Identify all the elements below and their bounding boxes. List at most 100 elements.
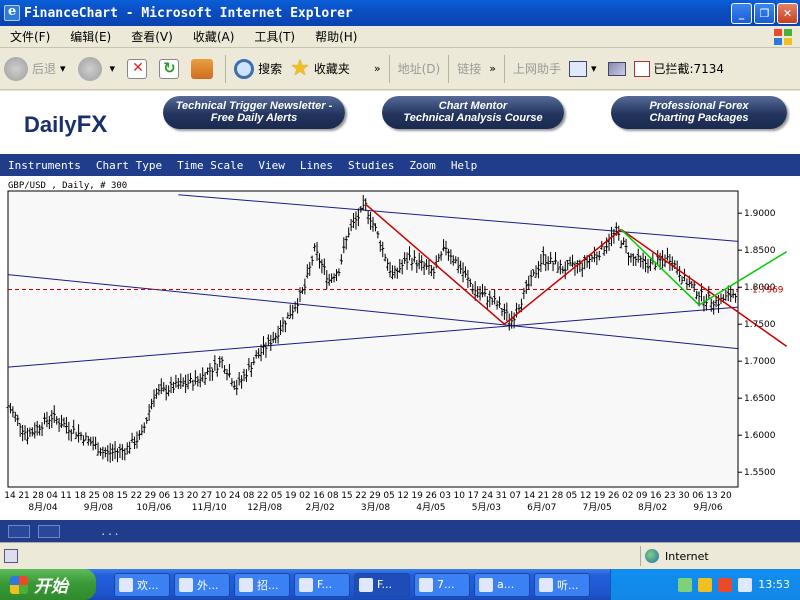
app-icon xyxy=(539,577,553,592)
toolbar-separator xyxy=(503,54,505,83)
stop-icon: ✕ xyxy=(127,58,148,79)
menu-file[interactable]: 文件(F) xyxy=(0,28,60,45)
start-button[interactable]: 开始 xyxy=(0,569,96,600)
popup-blocker[interactable]: 已拦截:7134 xyxy=(630,53,728,85)
chevron-down-icon[interactable]: ▾ xyxy=(60,62,66,75)
search-button[interactable]: 搜索 xyxy=(230,53,286,85)
chevron-down-icon[interactable]: ▾ xyxy=(591,62,597,75)
stop-button[interactable]: ✕ xyxy=(123,53,155,85)
task-button[interactable]: 欢... xyxy=(114,572,170,597)
charting-packages-banner-button[interactable]: Professional Forex Charting Packages xyxy=(611,96,787,129)
eraser-button[interactable] xyxy=(604,53,630,85)
favorites-button[interactable]: ★ 收藏夹 xyxy=(286,53,354,85)
task-button[interactable]: 外... xyxy=(174,572,230,597)
home-icon xyxy=(191,58,214,79)
crosshair-button[interactable] xyxy=(38,524,60,538)
logo-text-daily: Daily xyxy=(24,112,77,137)
x-day-label: 18 xyxy=(74,491,86,501)
nav-time-scale[interactable]: Time Scale xyxy=(169,159,250,172)
toolbar-separator xyxy=(388,54,390,83)
mail-button[interactable]: ▾ xyxy=(565,53,605,85)
nav-studies[interactable]: Studies xyxy=(340,159,401,172)
nav-instruments[interactable]: Instruments xyxy=(0,159,88,172)
task-button[interactable]: F... xyxy=(294,572,350,597)
refresh-icon: ↻ xyxy=(159,58,180,79)
nav-chart-type[interactable]: Chart Type xyxy=(88,159,169,172)
links-label[interactable]: 链接 xyxy=(453,53,485,85)
nav-help[interactable]: Help xyxy=(443,159,485,172)
network-icon[interactable] xyxy=(678,577,693,592)
toolbar-separator xyxy=(448,54,450,83)
x-month-label: 3月/08 xyxy=(361,502,390,513)
security-zone[interactable]: Internet xyxy=(640,546,790,566)
nav-zoom[interactable]: Zoom xyxy=(401,159,443,172)
toolbar-separator xyxy=(225,54,227,83)
update-icon[interactable] xyxy=(738,577,753,592)
task-button-active[interactable]: F... xyxy=(354,572,410,597)
x-month-label: 11月/10 xyxy=(192,502,227,513)
helper-label[interactable]: 上网助手 xyxy=(509,53,565,85)
x-day-label: 08 xyxy=(243,491,255,501)
menu-tools[interactable]: 工具(T) xyxy=(244,28,305,45)
task-button[interactable]: 7... xyxy=(414,572,470,597)
x-day-label: 08 xyxy=(103,491,115,501)
more-chevron-icon[interactable]: » xyxy=(489,62,496,75)
task-button[interactable]: 听... xyxy=(534,572,590,597)
refresh-button[interactable]: ↻ xyxy=(155,53,187,85)
favorites-label: 收藏夹 xyxy=(313,62,350,76)
x-day-label: 11 xyxy=(60,491,71,501)
more-chevron-icon[interactable]: » xyxy=(374,62,381,75)
x-day-label: 17 xyxy=(468,491,479,501)
app-icon xyxy=(299,577,313,592)
chevron-down-icon[interactable]: ▾ xyxy=(110,62,116,75)
menu-favorites[interactable]: 收藏(A) xyxy=(183,28,245,45)
dailyfx-logo[interactable]: DailyFX xyxy=(24,111,107,139)
minimize-button[interactable]: _ xyxy=(731,2,752,24)
taskbar: 开始 欢... 外... 招... F... F... 7... a... 听.… xyxy=(0,569,800,600)
address-label[interactable]: 地址(D) xyxy=(394,53,445,85)
app-icon xyxy=(479,577,493,592)
task-label: F... xyxy=(317,578,333,591)
task-button[interactable]: a... xyxy=(474,572,530,597)
x-day-label: 29 xyxy=(145,491,157,501)
maximize-button[interactable]: ❐ xyxy=(754,2,775,24)
home-button[interactable] xyxy=(187,53,221,85)
antivirus-icon[interactable] xyxy=(718,577,733,592)
x-day-label: 27 xyxy=(201,491,212,501)
zoom-out-button[interactable] xyxy=(8,524,30,538)
start-label: 开始 xyxy=(34,577,68,597)
newsletter-banner-button[interactable]: Technical Trigger Newsletter - Free Dail… xyxy=(163,96,345,129)
app-icon xyxy=(119,577,133,592)
x-day-label: 29 xyxy=(369,491,381,501)
x-month-label: 7月/05 xyxy=(583,502,612,513)
chart-mentor-banner-button[interactable]: Chart Mentor Technical Analysis Course xyxy=(382,96,564,129)
close-button[interactable]: ✕ xyxy=(777,2,798,24)
menu-view[interactable]: 查看(V) xyxy=(121,28,183,45)
x-day-label: 23 xyxy=(664,491,675,501)
x-day-label: 15 xyxy=(341,491,352,501)
menu-edit[interactable]: 编辑(E) xyxy=(60,28,121,45)
price-chart[interactable]: GBP/USD , Daily, # 300 1.5500 1.6000 1.650… xyxy=(0,176,800,520)
task-label: F... xyxy=(377,578,393,591)
chart-area[interactable]: GBP/USD , Daily, # 300 1.5500 1.6000 1.650… xyxy=(0,176,800,520)
x-day-label: 03 xyxy=(439,491,450,501)
y-tick-label: 1.7000 xyxy=(744,357,776,367)
x-month-label: 12月/08 xyxy=(247,502,282,513)
x-day-label: 26 xyxy=(425,491,437,501)
task-label: a... xyxy=(497,578,515,591)
x-month-label: 8月/02 xyxy=(638,502,667,513)
nav-view[interactable]: View xyxy=(250,159,292,172)
x-day-label: 10 xyxy=(215,491,227,501)
forward-button[interactable]: ▾ xyxy=(74,53,124,85)
nav-lines[interactable]: Lines xyxy=(292,159,340,172)
menu-help[interactable]: 帮助(H) xyxy=(305,28,367,45)
x-day-label: 30 xyxy=(678,491,690,501)
y-tick-label: 1.9000 xyxy=(744,209,776,219)
volume-icon[interactable] xyxy=(698,577,713,592)
back-button[interactable]: 后退 ▾ xyxy=(0,53,74,85)
x-day-label: 28 xyxy=(552,491,564,501)
x-day-label: 14 xyxy=(524,491,536,501)
task-button[interactable]: 招... xyxy=(234,572,290,597)
site-header: DailyFX Technical Trigger Newsletter - F… xyxy=(0,91,800,154)
x-day-label: 12 xyxy=(580,491,591,501)
